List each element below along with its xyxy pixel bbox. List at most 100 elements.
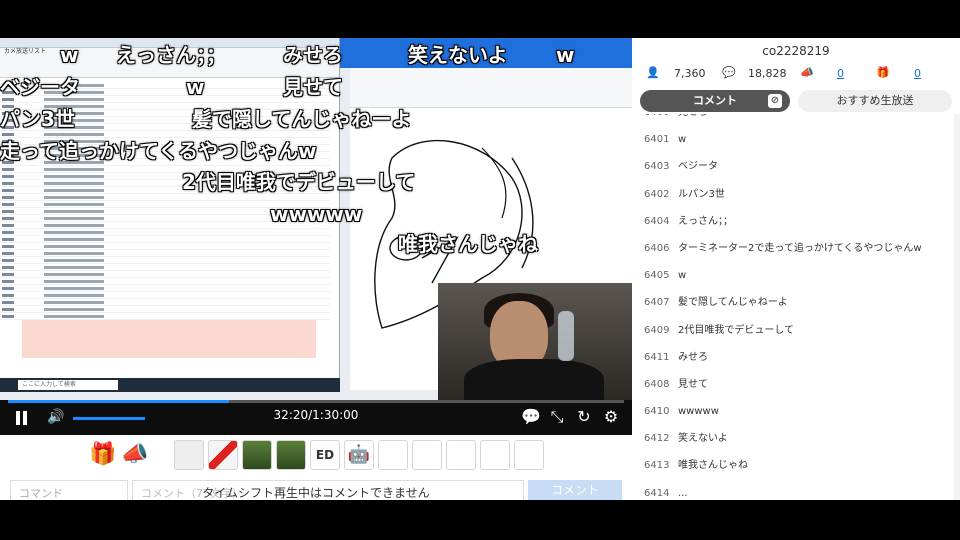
tab-comment[interactable]: コメント ⊘ bbox=[640, 90, 790, 112]
webcam-feed bbox=[438, 283, 632, 400]
advertise-megaphone-icon[interactable]: 📣 bbox=[120, 440, 150, 470]
comment-text: ベジータ bbox=[678, 161, 718, 173]
comment-text: w bbox=[678, 270, 687, 282]
comments-icon: 💬 bbox=[722, 66, 736, 79]
input-area bbox=[22, 320, 316, 358]
comment-number: 6407 bbox=[644, 297, 670, 309]
overlay-comment: wwwww bbox=[270, 202, 363, 226]
item-slot[interactable] bbox=[276, 440, 306, 470]
video-player[interactable]: カメ放送リスト ここに入力して検索 w えっさん；； みせろ 笑えないよ w ベ… bbox=[0, 38, 632, 400]
comment-row[interactable]: 6407 髪で隠してんじゃねーよ bbox=[632, 289, 960, 316]
comment-number: 6411 bbox=[644, 351, 670, 363]
taskbar-search: ここに入力して検索 bbox=[18, 380, 118, 390]
comment-number: 6405 bbox=[644, 270, 670, 282]
comment-row[interactable]: 6404 えっさん；； bbox=[632, 208, 960, 235]
comment-row[interactable]: 6402 ルパン3世 bbox=[632, 181, 960, 208]
gift-bar: 🎁 📣 ED 🤖 bbox=[0, 435, 632, 475]
stats-row: 👤 7,360 💬 18,828 📣 0 🎁 0 bbox=[632, 64, 960, 86]
comment-number: 6414 bbox=[644, 487, 670, 499]
comment-text: 見せろ bbox=[678, 114, 708, 126]
ad-count[interactable]: 0 bbox=[837, 67, 844, 80]
comment-row[interactable]: 6403 ベジータ bbox=[632, 153, 960, 180]
comment-row[interactable]: 6414... bbox=[632, 480, 960, 500]
comment-row[interactable]: 6408 見せて bbox=[632, 371, 960, 398]
overlay-comment: 唯我さんじゃね bbox=[398, 232, 538, 256]
item-slot[interactable] bbox=[480, 440, 510, 470]
tab-comment-label: コメント bbox=[693, 94, 737, 107]
no-comment-icon[interactable]: ⊘ bbox=[768, 94, 782, 108]
comment-row[interactable]: 6412 笑えないよ bbox=[632, 425, 960, 452]
comment-text: 髪で隠してんじゃねーよ bbox=[678, 297, 788, 309]
overlay-comment: えっさん；； bbox=[116, 43, 226, 67]
reload-icon[interactable]: ↻ bbox=[573, 406, 595, 428]
panel-tabs: コメント ⊘ おすすめ生放送 bbox=[632, 90, 960, 114]
comment-number: 6410 bbox=[644, 406, 670, 418]
comment-number: 6402 bbox=[644, 188, 670, 200]
comment-text: wwwww bbox=[678, 406, 719, 418]
seek-progress bbox=[8, 400, 230, 403]
comment-number: 6412 bbox=[644, 433, 670, 445]
overlay-comment: 見せて bbox=[283, 75, 343, 99]
comment-row[interactable]: 6410 wwwww bbox=[632, 398, 960, 425]
comment-number: 6406 bbox=[644, 242, 670, 254]
overlay-comment: ベジータ bbox=[0, 75, 80, 99]
comment-text: w bbox=[678, 134, 687, 146]
comment-row[interactable]: 6409 2代目唯我でデビューして bbox=[632, 317, 960, 344]
item-slot[interactable] bbox=[208, 440, 238, 470]
comment-text: 唯我さんじゃね bbox=[678, 460, 748, 472]
advertise-icon: 📣 bbox=[800, 66, 814, 79]
comment-row[interactable]: 6401 w bbox=[632, 126, 960, 153]
side-panel: co2228219 👤 7,360 💬 18,828 📣 0 🎁 0 コメント … bbox=[632, 38, 960, 500]
time-display: 32:20/1:30:00 bbox=[273, 408, 359, 422]
overlay-comment: 2代目唯我でデビューして bbox=[182, 170, 416, 194]
comment-toggle-icon[interactable]: 💬 bbox=[520, 406, 542, 428]
item-slot[interactable] bbox=[174, 440, 204, 470]
comment-row[interactable]: 6411 みせろ bbox=[632, 344, 960, 371]
comment-row[interactable]: 6400 見せろ bbox=[632, 114, 960, 126]
tab-recommended[interactable]: おすすめ生放送 bbox=[798, 90, 952, 112]
settings-gear-icon[interactable]: ⚙ bbox=[600, 406, 622, 428]
robot-item-icon[interactable]: 🤖 bbox=[344, 440, 374, 470]
comment-row[interactable]: 6405 w bbox=[632, 262, 960, 289]
paint-ribbon bbox=[350, 68, 632, 108]
item-slot[interactable] bbox=[412, 440, 442, 470]
viewer-count: 7,360 bbox=[674, 67, 706, 80]
overlay-comment: パン3世 bbox=[0, 107, 75, 131]
fullscreen-icon[interactable]: ⤡ bbox=[546, 406, 568, 428]
comment-number: 6404 bbox=[644, 215, 670, 227]
comment-row[interactable]: 6406 ターミネーター2で走って追っかけてくるやつじゃんw bbox=[632, 235, 960, 262]
overlay-comment: w bbox=[60, 43, 79, 67]
window-title: カメ放送リスト bbox=[4, 48, 47, 55]
gift-icon[interactable]: 🎁 bbox=[88, 440, 118, 470]
windows-taskbar: ここに入力して検索 bbox=[0, 378, 340, 392]
comment-text: みせろ bbox=[678, 351, 708, 363]
overlay-comment: w bbox=[186, 75, 205, 99]
gift-count[interactable]: 0 bbox=[914, 67, 921, 80]
pause-icon bbox=[16, 411, 20, 425]
item-slot[interactable] bbox=[378, 440, 408, 470]
channel-id: co2228219 bbox=[762, 44, 830, 58]
item-slot[interactable] bbox=[242, 440, 272, 470]
comment-list: 6400見せろ6401w6403ベジータ6402ルパン3世6404えっさん；；6… bbox=[632, 114, 960, 500]
overlay-comment: w bbox=[556, 43, 575, 67]
item-slot[interactable] bbox=[514, 440, 544, 470]
comment-number: 6413 bbox=[644, 460, 670, 472]
timeshift-notice: タイムシフト再生中はコメントできません bbox=[202, 486, 430, 500]
comment-text: えっさん；； bbox=[678, 215, 733, 227]
player-controls: 🔊 32:20/1:30:00 💬 ⤡ ↻ ⚙ bbox=[0, 400, 632, 435]
volume-slider[interactable] bbox=[73, 417, 145, 420]
comment-text: ターミネーター2で走って追っかけてくるやつじゃんw bbox=[678, 242, 922, 254]
viewers-icon: 👤 bbox=[646, 66, 660, 79]
overlay-comment: 笑えないよ bbox=[408, 43, 508, 67]
comment-scrollbar[interactable] bbox=[954, 114, 960, 500]
seek-bar[interactable] bbox=[8, 400, 624, 403]
pause-button[interactable] bbox=[14, 411, 30, 427]
volume-icon[interactable]: 🔊 bbox=[47, 409, 65, 427]
comment-row[interactable]: 6413 唯我さんじゃね bbox=[632, 452, 960, 479]
comment-text: ルパン3世 bbox=[678, 188, 725, 200]
item-slot[interactable] bbox=[446, 440, 476, 470]
player-page: カメ放送リスト ここに入力して検索 w えっさん；； みせろ 笑えないよ w ベ… bbox=[0, 0, 960, 540]
comment-text: 見せて bbox=[678, 378, 708, 390]
comment-number: 6408 bbox=[644, 378, 670, 390]
ed-item-icon[interactable]: ED bbox=[310, 440, 340, 470]
